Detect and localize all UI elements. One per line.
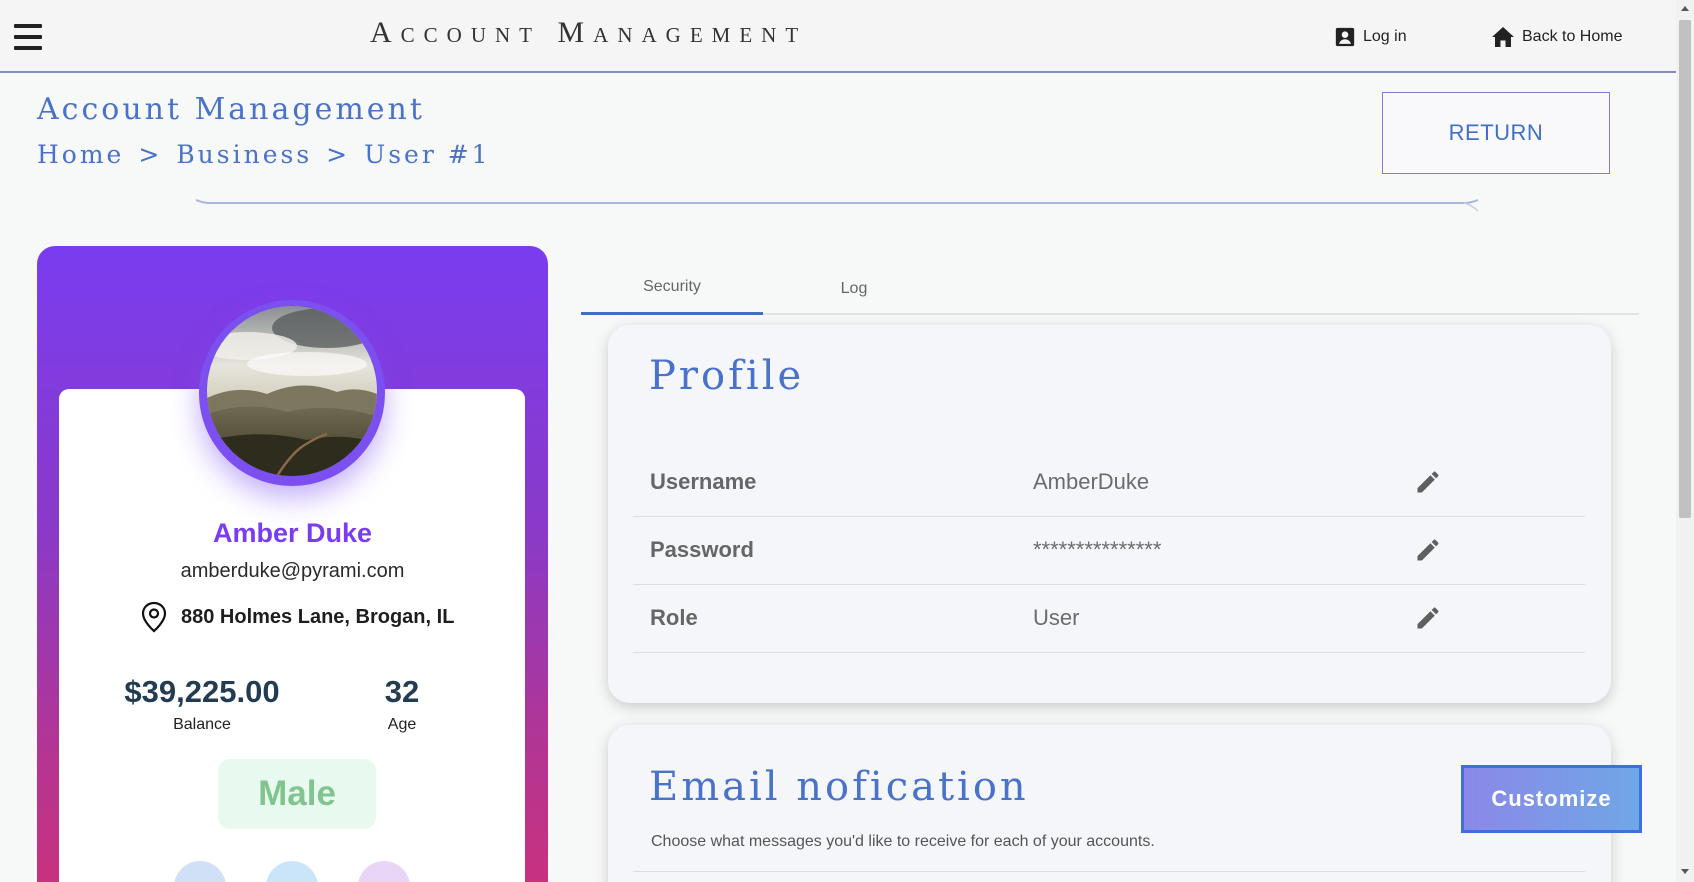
role-row: Role User bbox=[633, 585, 1585, 653]
landscape-photo bbox=[207, 306, 377, 476]
hamburger-menu-icon[interactable] bbox=[14, 24, 42, 50]
avatar bbox=[207, 306, 377, 476]
edit-username-pencil-icon[interactable] bbox=[1414, 468, 1442, 496]
avatar-frame bbox=[199, 300, 385, 486]
breadcrumb-separator: > bbox=[326, 140, 351, 169]
social-icon[interactable] bbox=[358, 861, 410, 882]
account-box-icon bbox=[1335, 27, 1355, 47]
login-link[interactable]: Log in bbox=[1334, 24, 1407, 50]
profile-panel-title: Profile bbox=[649, 353, 805, 399]
back-to-home-link[interactable]: Back to Home bbox=[1491, 24, 1622, 50]
balance-value: $39,225.00 bbox=[124, 674, 280, 709]
edit-password-pencil-icon[interactable] bbox=[1414, 536, 1442, 564]
balance-stat: $39,225.00 Balance bbox=[117, 674, 287, 734]
age-label: Age bbox=[387, 716, 417, 733]
breadcrumb-separator: > bbox=[138, 140, 163, 169]
return-button[interactable]: RETURN bbox=[1382, 92, 1610, 174]
user-full-name: Amber Duke bbox=[212, 518, 373, 548]
username-value: AmberDuke bbox=[1033, 469, 1150, 494]
back-to-home-label: Back to Home bbox=[1522, 28, 1623, 45]
user-address: 880 Holmes Lane, Brogan, IL bbox=[141, 600, 454, 634]
home-icon bbox=[1492, 27, 1514, 47]
username-row: Username AmberDuke bbox=[633, 449, 1585, 517]
scroll-thumb[interactable] bbox=[1679, 20, 1691, 518]
password-row: Password *************** bbox=[633, 517, 1585, 585]
password-value: *************** bbox=[1033, 537, 1162, 562]
password-label: Password bbox=[650, 537, 754, 562]
user-profile-card: Amber Duke amberduke@pyrami.com 880 Holm… bbox=[37, 246, 548, 882]
page-scrollbar[interactable] bbox=[1676, 0, 1694, 882]
breadcrumb-user: User #1 bbox=[364, 140, 491, 169]
location-pin-icon bbox=[141, 601, 167, 633]
age-stat: 32 Age bbox=[357, 674, 447, 734]
breadcrumb-business[interactable]: Business bbox=[176, 140, 312, 169]
section-divider bbox=[196, 199, 1478, 212]
profile-panel: Profile Username AmberDuke Password ****… bbox=[608, 325, 1611, 703]
social-icons-row bbox=[37, 861, 548, 882]
social-icon[interactable] bbox=[174, 861, 226, 882]
age-value: 32 bbox=[384, 674, 420, 709]
balance-label: Balance bbox=[173, 716, 231, 733]
breadcrumb: Home > Business > User #1 bbox=[37, 140, 491, 169]
app-title: Account Management bbox=[370, 16, 808, 49]
email-notification-subtitle: Choose what messages you'd like to recei… bbox=[651, 833, 1155, 850]
social-icon[interactable] bbox=[266, 861, 318, 882]
user-email: amberduke@pyrami.com bbox=[180, 560, 405, 582]
scroll-up-arrow-icon[interactable] bbox=[1681, 6, 1689, 11]
role-label: Role bbox=[650, 605, 698, 630]
username-label: Username bbox=[650, 469, 757, 494]
edit-role-pencil-icon[interactable] bbox=[1414, 604, 1442, 632]
role-value: User bbox=[1033, 605, 1080, 630]
login-label: Log in bbox=[1363, 28, 1407, 45]
detail-tabs: Security Log bbox=[581, 262, 1639, 315]
scroll-down-arrow-icon[interactable] bbox=[1681, 869, 1689, 874]
gender-badge: Male bbox=[218, 759, 376, 829]
tab-log[interactable]: Log bbox=[763, 262, 945, 315]
customize-button[interactable]: Customize bbox=[1461, 765, 1642, 833]
breadcrumb-home[interactable]: Home bbox=[37, 140, 124, 169]
email-divider bbox=[633, 871, 1585, 872]
email-notification-title: Email nofication bbox=[649, 764, 1029, 810]
top-app-bar: Account Management Log in Back to Home bbox=[0, 0, 1676, 73]
user-address-text: 880 Holmes Lane, Brogan, IL bbox=[181, 605, 455, 628]
page-title: Account Management bbox=[37, 92, 425, 127]
tab-security[interactable]: Security bbox=[581, 262, 763, 315]
